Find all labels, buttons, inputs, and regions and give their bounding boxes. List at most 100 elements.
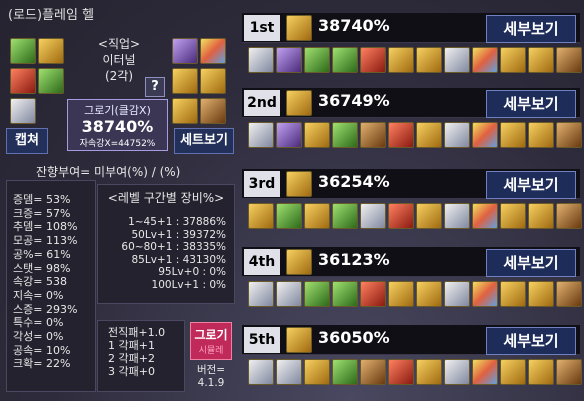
detail-button[interactable]: 세부보기 (486, 171, 576, 199)
level-row: 95Lv+0 : 0% (158, 266, 226, 278)
equip-necklace-icon[interactable] (200, 68, 226, 94)
item-icon[interactable] (500, 359, 526, 385)
item-icon[interactable] (416, 122, 442, 148)
stat-line: 크증= 57% (13, 206, 71, 220)
capture-button[interactable]: 캡쳐 (6, 128, 48, 154)
job-label: <직업> (97, 37, 141, 51)
item-icon[interactable] (472, 203, 498, 229)
item-icon[interactable] (276, 359, 302, 385)
item-icon[interactable] (556, 122, 582, 148)
equip-title-icon[interactable] (200, 38, 226, 64)
item-icon[interactable] (528, 47, 554, 73)
item-icon[interactable] (332, 47, 358, 73)
item-icon[interactable] (276, 281, 302, 307)
item-icon[interactable] (500, 281, 526, 307)
grogi-sim-button[interactable]: 그로기 시뮬레 (190, 322, 232, 360)
item-icon[interactable] (528, 281, 554, 307)
item-icon[interactable] (500, 47, 526, 73)
item-icon[interactable] (248, 281, 274, 307)
item-icon[interactable] (444, 203, 470, 229)
item-icon[interactable] (472, 359, 498, 385)
equip-belt-icon[interactable] (38, 68, 64, 94)
detail-button[interactable]: 세부보기 (486, 90, 576, 118)
equip-support-icon[interactable] (172, 98, 198, 124)
item-icon[interactable] (556, 281, 582, 307)
item-icon[interactable] (556, 203, 582, 229)
rank-label: 4th (244, 249, 280, 275)
item-icon[interactable] (556, 47, 582, 73)
score-sub: 자속강X=44752% (79, 139, 156, 149)
equip-top-icon[interactable] (38, 38, 64, 64)
item-icon[interactable] (388, 47, 414, 73)
detail-button[interactable]: 세부보기 (486, 249, 576, 277)
item-icon[interactable] (472, 122, 498, 148)
item-icon[interactable] (500, 122, 526, 148)
item-icon[interactable] (332, 203, 358, 229)
equip-ring-icon[interactable] (200, 98, 226, 124)
item-icon[interactable] (276, 47, 302, 73)
item-icon[interactable] (304, 359, 330, 385)
equip-bracelet-icon[interactable] (172, 68, 198, 94)
item-icon[interactable] (388, 281, 414, 307)
item-icon[interactable] (444, 359, 470, 385)
transcend-panel: 전직패+1.0 1 각패+1 2 각패+2 3 각패+0 (97, 320, 185, 392)
item-icon[interactable] (248, 359, 274, 385)
rank-title-icon (286, 15, 312, 41)
item-icon[interactable] (444, 122, 470, 148)
item-icon[interactable] (416, 281, 442, 307)
item-icon[interactable] (388, 203, 414, 229)
item-icon[interactable] (388, 122, 414, 148)
level-equip-header: <레벨 구간별 장비%> (107, 191, 225, 205)
item-icon[interactable] (276, 203, 302, 229)
item-icon[interactable] (556, 359, 582, 385)
item-icon[interactable] (416, 359, 442, 385)
equip-weapon-icon[interactable] (172, 38, 198, 64)
item-icon[interactable] (360, 203, 386, 229)
item-icon[interactable] (360, 122, 386, 148)
stat-line: 스탯= 98% (13, 261, 71, 275)
item-icon[interactable] (500, 203, 526, 229)
item-icon[interactable] (304, 281, 330, 307)
equip-shoulder-icon[interactable] (10, 38, 36, 64)
item-icon[interactable] (360, 281, 386, 307)
item-icon[interactable] (276, 122, 302, 148)
item-icon[interactable] (360, 47, 386, 73)
stats-panel: 증뎀= 53% 크증= 57% 추뎀= 108% 모공= 113% 공%= 61… (6, 180, 96, 392)
ranking-panel-3: 3rd 36254% 세부보기 (242, 169, 582, 235)
item-icon[interactable] (388, 359, 414, 385)
item-icon[interactable] (332, 281, 358, 307)
item-icon[interactable] (248, 47, 274, 73)
item-icon[interactable] (528, 359, 554, 385)
item-icon[interactable] (444, 47, 470, 73)
item-icon[interactable] (416, 203, 442, 229)
item-icon[interactable] (304, 122, 330, 148)
set-view-button[interactable]: 세트보기 (174, 128, 234, 154)
transcend-line: 3 각패+0 (108, 365, 155, 378)
item-icon[interactable] (416, 47, 442, 73)
version-info: 버전= 4.1.9 (186, 364, 236, 390)
item-icon[interactable] (528, 203, 554, 229)
item-icon[interactable] (528, 122, 554, 148)
level-row: 1~45+1 : 37886% (128, 216, 226, 228)
item-icon[interactable] (472, 281, 498, 307)
stat-line: 증뎀= 53% (13, 193, 71, 206)
item-icon[interactable] (248, 122, 274, 148)
item-icon[interactable] (360, 359, 386, 385)
item-icon[interactable] (472, 47, 498, 73)
level-row: 100Lv+1 : 0% (151, 278, 226, 291)
item-icon[interactable] (332, 359, 358, 385)
item-icon[interactable] (248, 203, 274, 229)
item-icon[interactable] (304, 203, 330, 229)
ranking-panel-2: 2nd 36749% 세부보기 (242, 88, 582, 154)
item-icon[interactable] (304, 47, 330, 73)
detail-button[interactable]: 세부보기 (486, 15, 576, 43)
item-icon[interactable] (444, 281, 470, 307)
rank-label: 2nd (244, 90, 280, 116)
item-icon[interactable] (332, 122, 358, 148)
rank-title-icon (286, 171, 312, 197)
equip-bottom-icon[interactable] (10, 68, 36, 94)
help-button[interactable]: ? (145, 77, 165, 97)
detail-button[interactable]: 세부보기 (486, 327, 576, 355)
stat-line: 특수= 0% (13, 316, 64, 330)
equip-shoes-icon[interactable] (10, 98, 36, 124)
